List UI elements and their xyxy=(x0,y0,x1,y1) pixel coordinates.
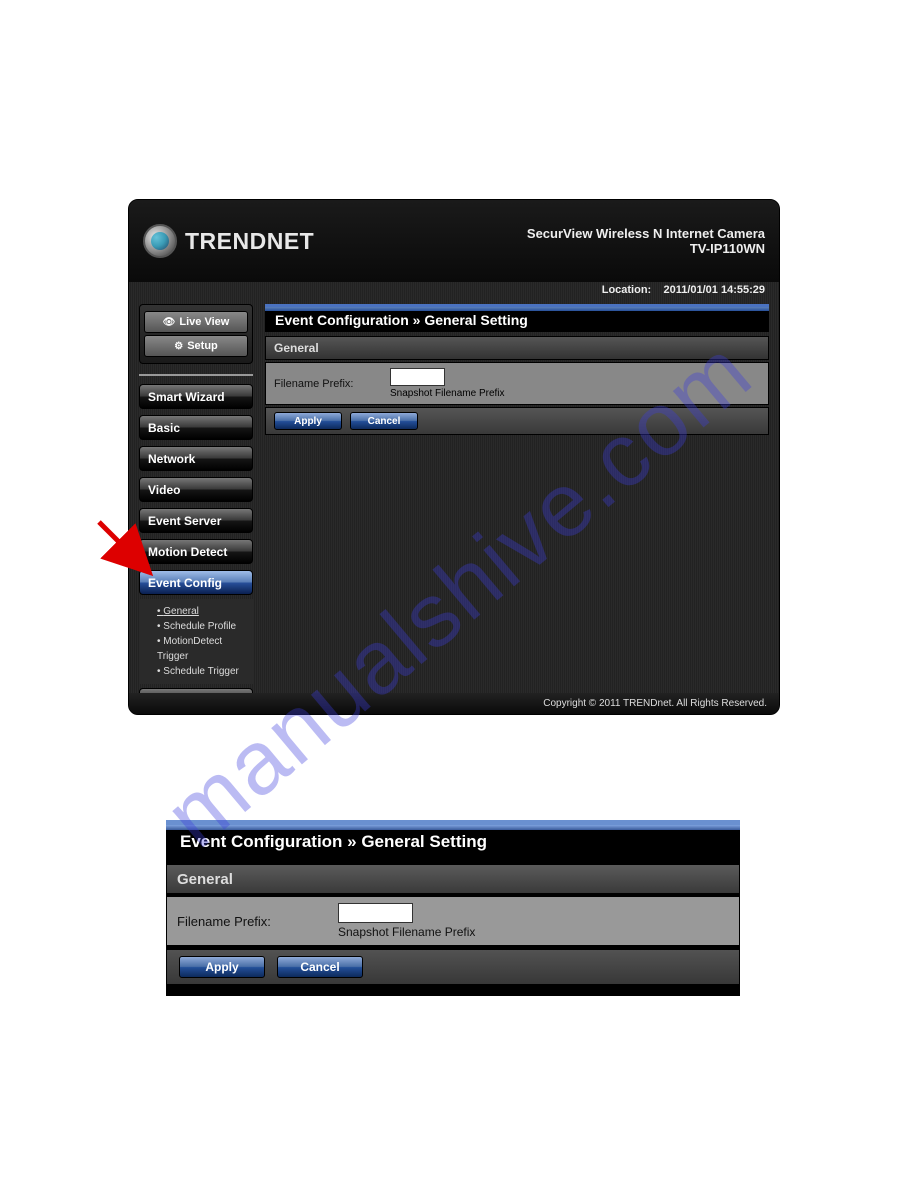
detail-filename-row: Filename Prefix: Snapshot Filename Prefi… xyxy=(166,896,740,946)
action-button-row: Apply Cancel xyxy=(265,407,769,435)
filename-prefix-input[interactable] xyxy=(390,368,445,386)
apply-button[interactable]: Apply xyxy=(274,412,342,430)
location-label: Location: xyxy=(602,284,652,296)
setup-button[interactable]: ⚙ Setup xyxy=(144,335,248,357)
filename-prefix-hint: Snapshot Filename Prefix xyxy=(390,388,505,399)
footer-copyright: Copyright © 2011 TRENDnet. All Rights Re… xyxy=(129,693,779,714)
location-timestamp: 2011/01/01 14:55:29 xyxy=(663,284,765,296)
detail-cancel-button[interactable]: Cancel xyxy=(277,956,363,978)
detail-bottom-bar xyxy=(166,988,740,996)
product-info: SecurView Wireless N Internet Camera TV-… xyxy=(527,226,765,256)
nav-event-server[interactable]: Event Server xyxy=(139,508,253,533)
detail-button-row: Apply Cancel xyxy=(166,949,740,985)
subnav-schedule-trigger[interactable]: Schedule Trigger xyxy=(157,664,249,679)
brand-logo-icon xyxy=(143,224,177,258)
brand-logo-area: TRENDNET xyxy=(143,224,314,258)
location-bar: Location: 2011/01/01 14:55:29 xyxy=(129,282,779,300)
divider xyxy=(139,374,253,376)
live-view-label: Live View xyxy=(179,316,229,328)
setup-label: Setup xyxy=(187,340,218,352)
nav-network[interactable]: Network xyxy=(139,446,253,471)
sidebar: 👁 Live View ⚙ Setup Smart Wizard Basic N… xyxy=(139,304,253,715)
brand-name: TRENDNET xyxy=(185,228,314,255)
nav-motion-detect[interactable]: Motion Detect xyxy=(139,539,253,564)
live-view-button[interactable]: 👁 Live View xyxy=(144,311,248,333)
subnav-general[interactable]: General xyxy=(157,604,249,619)
event-config-submenu: General Schedule Profile MotionDetect Tr… xyxy=(139,599,253,684)
gear-icon: ⚙ xyxy=(174,341,183,352)
detail-filename-input[interactable] xyxy=(338,903,413,923)
detail-panel: Event Configuration » General Setting Ge… xyxy=(166,820,740,996)
subnav-motion-trigger[interactable]: MotionDetect Trigger xyxy=(157,634,249,664)
eye-icon: 👁 xyxy=(163,317,176,328)
cancel-button[interactable]: Cancel xyxy=(350,412,418,430)
detail-section-heading: General xyxy=(166,864,740,894)
section-heading: General xyxy=(265,336,769,360)
page-title: Event Configuration » General Setting xyxy=(265,304,769,332)
detail-title: Event Configuration » General Setting xyxy=(166,820,740,858)
top-button-group: 👁 Live View ⚙ Setup xyxy=(139,304,253,364)
detail-filename-label: Filename Prefix: xyxy=(177,914,332,929)
annotation-arrow xyxy=(94,517,154,582)
admin-panel: TRENDNET SecurView Wireless N Internet C… xyxy=(128,199,780,715)
panel-header: TRENDNET SecurView Wireless N Internet C… xyxy=(129,200,779,282)
filename-prefix-label: Filename Prefix: xyxy=(274,378,384,390)
nav-video[interactable]: Video xyxy=(139,477,253,502)
model-number: TV-IP110WN xyxy=(527,241,765,256)
product-name: SecurView Wireless N Internet Camera xyxy=(527,226,765,241)
detail-apply-button[interactable]: Apply xyxy=(179,956,265,978)
detail-filename-hint: Snapshot Filename Prefix xyxy=(338,925,475,939)
nav-basic[interactable]: Basic xyxy=(139,415,253,440)
content-area: Event Configuration » General Setting Ge… xyxy=(265,304,769,715)
filename-prefix-row: Filename Prefix: Snapshot Filename Prefi… xyxy=(265,362,769,405)
nav-smart-wizard[interactable]: Smart Wizard xyxy=(139,384,253,409)
nav-event-config[interactable]: Event Config xyxy=(139,570,253,595)
subnav-schedule-profile[interactable]: Schedule Profile xyxy=(157,619,249,634)
